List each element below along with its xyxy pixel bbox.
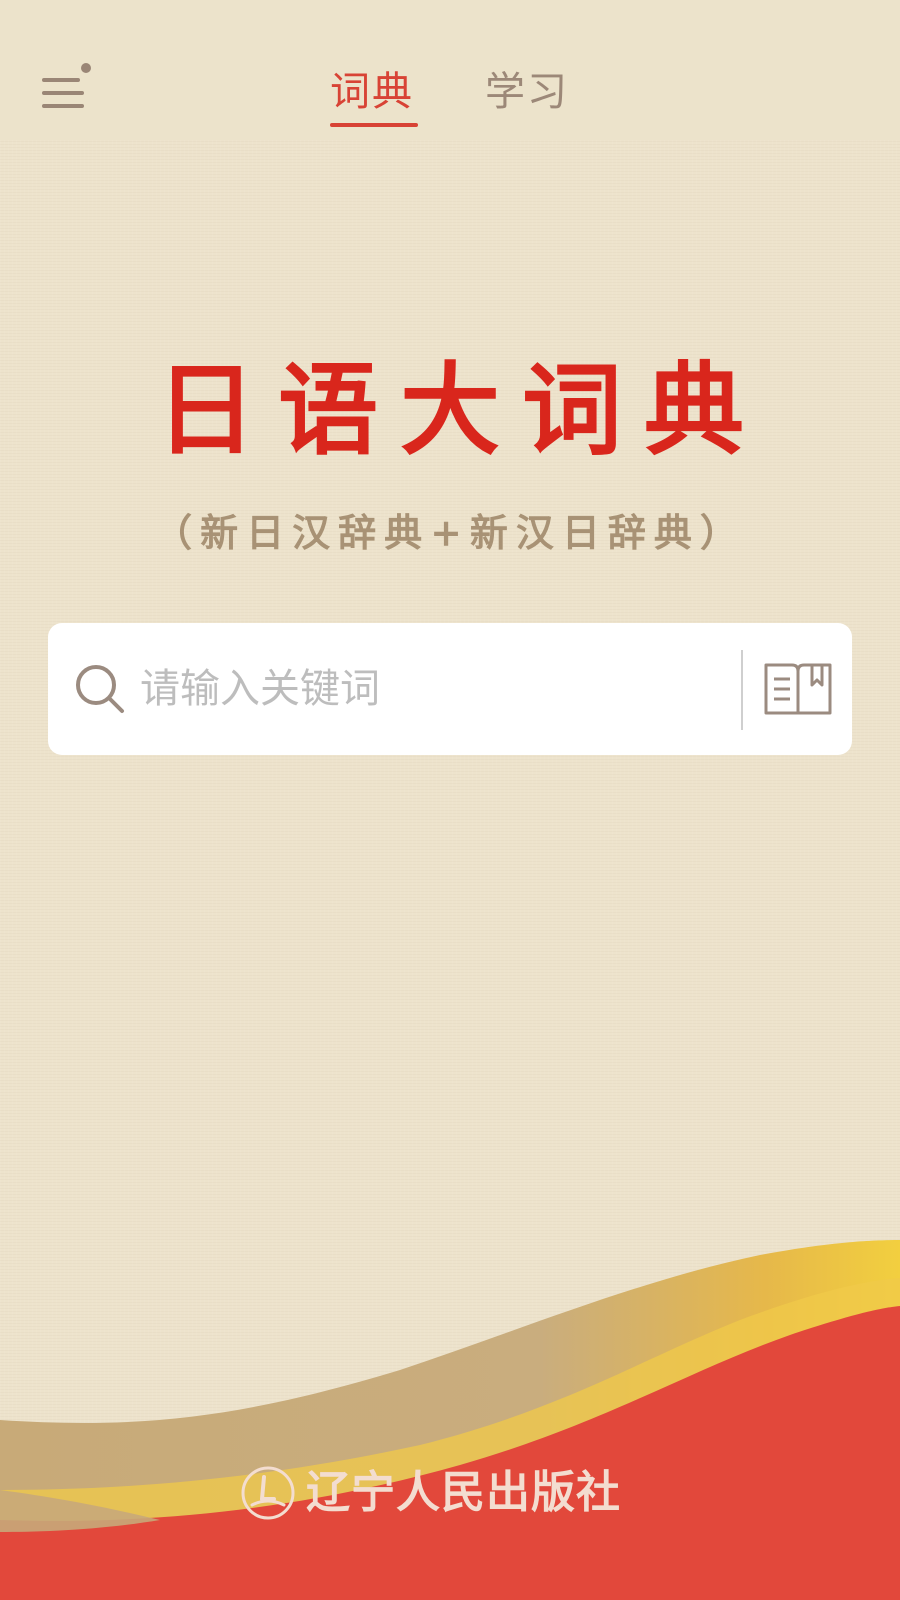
publisher-logo-icon — [241, 1466, 295, 1520]
search-divider — [741, 650, 743, 730]
menu-button[interactable] — [40, 62, 92, 118]
app-title: 日语大词典 — [156, 351, 766, 469]
menu-icon — [42, 63, 91, 108]
search-input[interactable] — [140, 655, 660, 723]
active-tab-indicator — [330, 123, 418, 127]
app-subtitle: （新日汉辞典+新汉日辞典） — [154, 510, 746, 555]
dictionary-book-button[interactable] — [760, 651, 836, 727]
tab-dictionary[interactable]: 词典 — [330, 64, 414, 120]
tab-study[interactable]: 学习 — [485, 64, 569, 120]
publisher-name: 辽宁人民出版社 — [306, 1467, 621, 1518]
search-bar — [48, 623, 852, 755]
search-icon — [76, 665, 124, 713]
top-bar: 词典 学习 — [0, 0, 900, 140]
publisher-brand: 辽宁人民出版社 — [240, 1465, 621, 1521]
decorative-wave — [0, 1240, 900, 1600]
book-icon — [764, 663, 832, 715]
